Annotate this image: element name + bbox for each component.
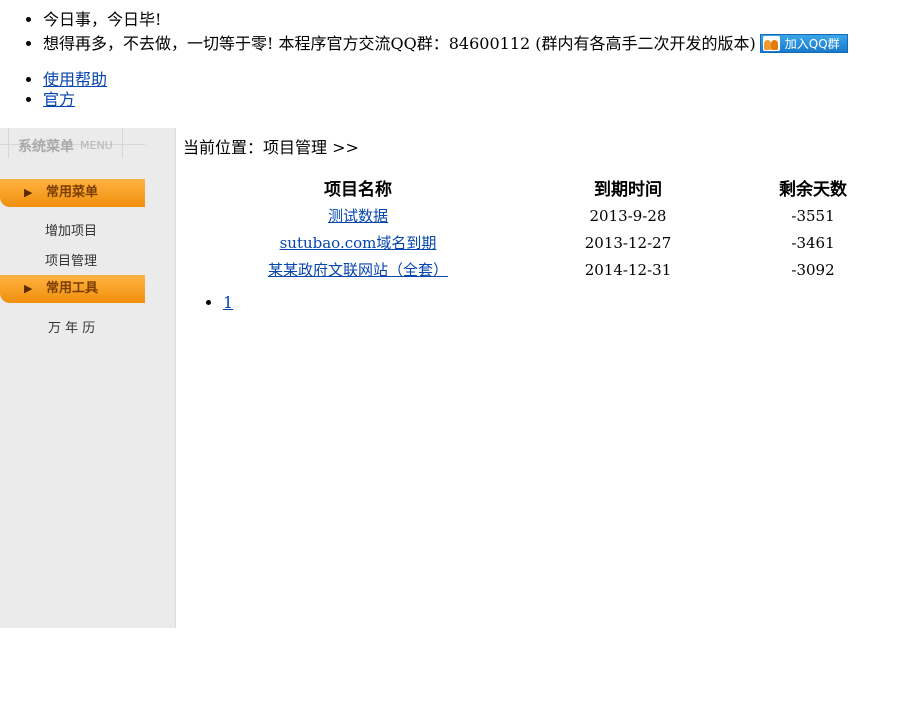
page-link[interactable]: 1	[223, 293, 233, 312]
header-notes: 今日事，今日毕! 想得再多，不去做，一切等于零! 本程序官方交流QQ群：8460…	[0, 8, 848, 56]
join-qq-group-label: 加入QQ群	[784, 37, 840, 51]
section-common-menu[interactable]: ▶ 常用菜单	[0, 179, 145, 207]
projects-table: 项目名称 到期时间 剩余天数 测试数据 2013-9-28 -3551 sutu…	[183, 172, 903, 283]
sidebar: 系统菜单 MENU ▶ 常用菜单 增加项目 项目管理 ▶ 常用工具 万 年 历	[0, 128, 176, 628]
play-arrow-icon: ▶	[24, 282, 33, 295]
column-header-date: 到期时间	[594, 179, 662, 200]
tagline-text: 想得再多，不去做，一切等于零! 本程序官方交流QQ群：84600112 (群内有…	[43, 34, 756, 53]
table-row: 某某政府文联网站（全套） 2014-12-31 -3092	[183, 256, 903, 283]
sidebar-title: 系统菜单	[18, 139, 74, 155]
tagline: 想得再多，不去做，一切等于零! 本程序官方交流QQ群：84600112 (群内有…	[43, 32, 848, 56]
table-row: sutubao.com域名到期 2013-12-27 -3461	[183, 229, 903, 256]
section-common-tools[interactable]: ▶ 常用工具	[0, 275, 145, 303]
play-arrow-icon: ▶	[24, 186, 33, 199]
join-qq-group-button[interactable]: 加入QQ群	[759, 34, 848, 53]
breadcrumb: 当前位置：项目管理 >>	[183, 138, 359, 157]
project-link[interactable]: 某某政府文联网站（全套）	[268, 261, 448, 279]
sidebar-title-en: MENU	[80, 139, 113, 152]
section-common-tools-label: 常用工具	[46, 281, 99, 296]
help-link[interactable]: 使用帮助	[43, 70, 107, 89]
page-item: 1	[223, 293, 233, 312]
project-name-cell: sutubao.com域名到期	[183, 229, 533, 256]
sidebar-header-divider	[8, 128, 9, 158]
help-link-item: 使用帮助	[43, 70, 107, 90]
remaining-days-cell: -3551	[791, 206, 835, 225]
project-name-cell: 某某政府文联网站（全套）	[183, 256, 533, 283]
table-header-row: 项目名称 到期时间 剩余天数	[183, 172, 903, 202]
qq-users-icon	[762, 36, 780, 51]
slogan-text: 今日事，今日毕!	[43, 10, 162, 29]
table-row: 测试数据 2013-9-28 -3551	[183, 202, 903, 229]
top-links: 使用帮助 官方	[0, 70, 107, 110]
official-link[interactable]: 官方	[43, 90, 75, 109]
project-link[interactable]: 测试数据	[328, 207, 388, 225]
section-common-menu-label: 常用菜单	[46, 185, 99, 200]
remaining-days-cell: -3092	[791, 260, 835, 279]
sidebar-item-add-project[interactable]: 增加项目	[45, 220, 97, 239]
column-header-days: 剩余天数	[779, 179, 847, 200]
expiry-date-cell: 2013-9-28	[589, 206, 667, 225]
sidebar-header: 系统菜单 MENU	[0, 128, 145, 158]
project-link[interactable]: sutubao.com域名到期	[280, 234, 437, 252]
expiry-date-cell: 2014-12-31	[584, 260, 672, 279]
sidebar-header-divider	[122, 128, 123, 158]
sidebar-item-calendar[interactable]: 万 年 历	[48, 317, 95, 336]
official-link-item: 官方	[43, 90, 107, 110]
remaining-days-cell: -3461	[791, 233, 835, 252]
column-header-name: 项目名称	[324, 179, 392, 200]
pagination: 1	[183, 293, 233, 312]
project-name-cell: 测试数据	[183, 202, 533, 229]
expiry-date-cell: 2013-12-27	[584, 233, 672, 252]
sidebar-item-project-management[interactable]: 项目管理	[45, 250, 97, 269]
slogan: 今日事，今日毕!	[43, 8, 848, 32]
